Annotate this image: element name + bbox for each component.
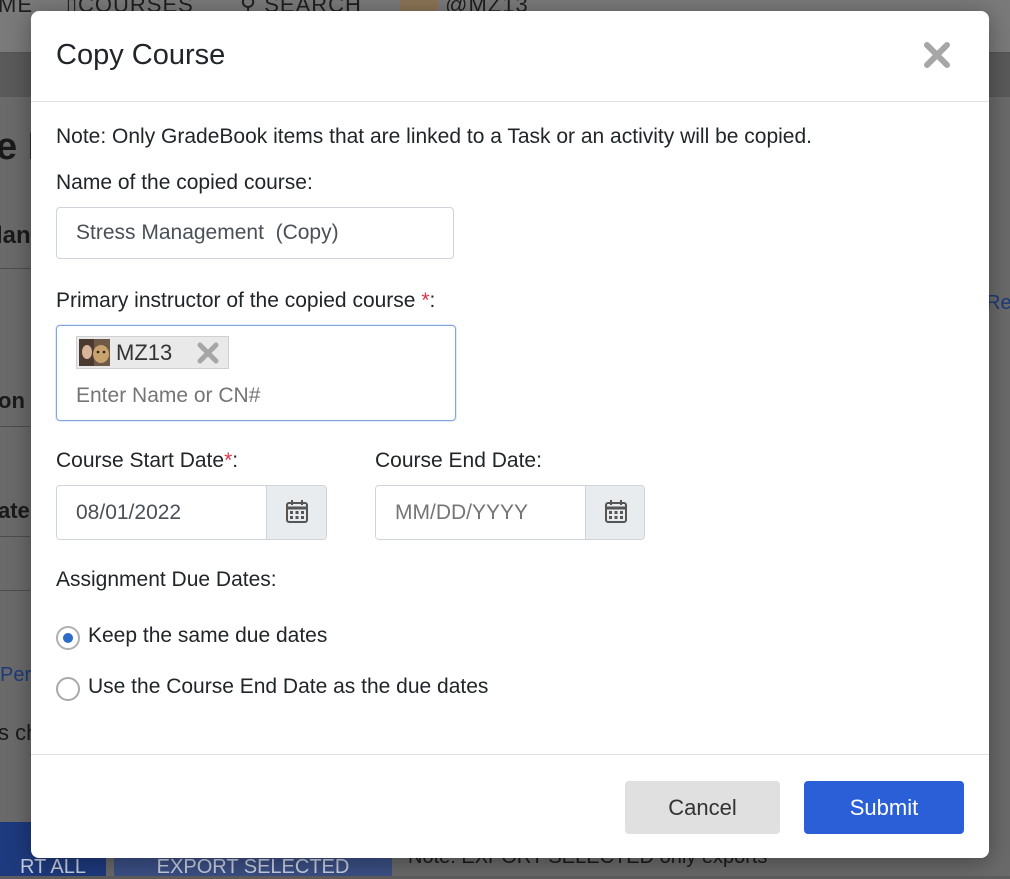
- modal-footer: Cancel Submit: [31, 754, 989, 858]
- bg-fragment: Per: [0, 664, 32, 686]
- bg-fragment: on: [0, 388, 25, 413]
- end-date-calendar-button[interactable]: [585, 486, 644, 539]
- cancel-button[interactable]: Cancel: [625, 781, 780, 834]
- avatar-photo: [79, 339, 110, 366]
- radio-button-checked[interactable]: [56, 626, 80, 650]
- start-date-input[interactable]: [57, 486, 266, 539]
- modal-title: Copy Course: [56, 39, 226, 71]
- calendar-icon: [286, 500, 308, 523]
- bg-divider: [0, 590, 30, 591]
- submit-button[interactable]: Submit: [804, 781, 964, 834]
- bg-fragment: Rel: [986, 292, 1010, 314]
- selected-instructor-tag: MZ13: [76, 336, 229, 369]
- required-mark: *: [421, 289, 430, 312]
- radio-label: Use the Course End Date as the due dates: [88, 675, 489, 698]
- start-date-group: [56, 485, 327, 540]
- instructor-picker[interactable]: MZ13: [56, 325, 456, 421]
- end-date-group: [375, 485, 645, 540]
- instructor-label: Primary instructor of the copied course …: [56, 289, 436, 312]
- copy-note: Note: Only GradeBook items that are link…: [56, 125, 812, 148]
- start-date-label: Course Start Date*:: [56, 449, 239, 472]
- bg-fragment: lan: [0, 222, 31, 249]
- course-name-input[interactable]: [56, 207, 454, 259]
- instructor-name: MZ13: [116, 340, 173, 365]
- modal-header: Copy Course: [31, 11, 989, 102]
- radio-button[interactable]: [56, 677, 80, 701]
- end-date-label: Course End Date:: [375, 449, 542, 472]
- bg-divider: [0, 426, 30, 427]
- bg-divider: [0, 268, 30, 269]
- radio-label: Keep the same due dates: [88, 624, 328, 647]
- end-date-input[interactable]: [376, 486, 585, 539]
- close-x-icon[interactable]: [923, 41, 951, 69]
- remove-instructor-icon[interactable]: [196, 341, 220, 365]
- copy-course-modal: Copy Course Note: Only GradeBook items t…: [31, 11, 989, 858]
- course-name-label: Name of the copied course:: [56, 171, 313, 194]
- calendar-icon: [605, 500, 627, 523]
- start-date-calendar-button[interactable]: [266, 486, 326, 539]
- instructor-search-input[interactable]: [76, 381, 416, 411]
- due-dates-label: Assignment Due Dates:: [56, 568, 277, 591]
- bg-divider: [0, 536, 30, 537]
- bg-fragment: ate: [0, 498, 30, 523]
- bg-nav-home: ME: [0, 0, 33, 17]
